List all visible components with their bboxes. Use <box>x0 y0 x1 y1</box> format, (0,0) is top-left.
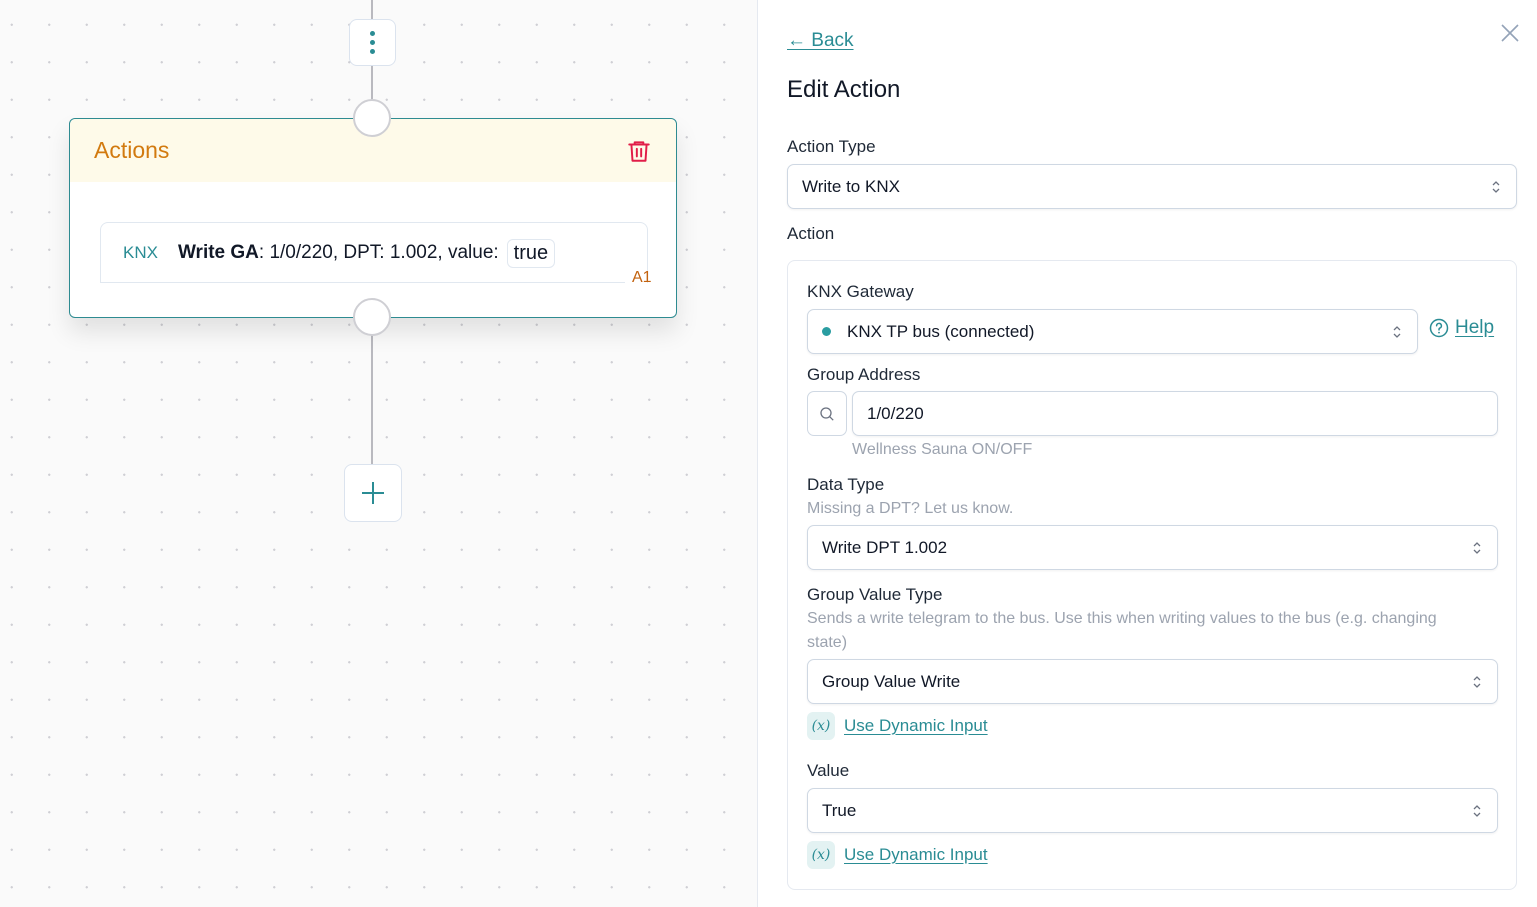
output-port[interactable] <box>353 298 391 336</box>
action-item[interactable]: KNX Write GA: 1/0/220, DPT: 1.002, value… <box>100 222 648 283</box>
gateway-select[interactable]: KNX TP bus (connected) <box>807 309 1418 354</box>
group-value-type-select[interactable]: Group Value Write <box>807 659 1498 704</box>
status-dot-icon <box>822 327 831 336</box>
divider <box>100 282 625 283</box>
connector-line <box>371 318 373 464</box>
vertical-dots-icon <box>370 31 375 36</box>
input-port[interactable] <box>353 99 391 137</box>
data-type-hint: Missing a DPT? Let us know. <box>807 500 1014 517</box>
add-node-button[interactable] <box>344 464 402 522</box>
group-value-type-label: Group Value Type <box>807 585 943 604</box>
chevron-up-down-icon <box>1473 541 1481 554</box>
action-type-label: Action Type <box>787 137 876 156</box>
use-dynamic-input-link[interactable]: (x) Use Dynamic Input <box>807 841 988 869</box>
chevron-up-down-icon <box>1393 325 1401 338</box>
card-title: Actions <box>94 137 170 163</box>
plus-icon <box>362 482 384 504</box>
integration-tag: KNX <box>123 243 158 262</box>
group-address-search-button[interactable] <box>807 391 847 436</box>
help-circle-icon <box>1429 318 1449 338</box>
data-type-select[interactable]: Write DPT 1.002 <box>807 525 1498 570</box>
variable-icon: (x) <box>807 712 835 740</box>
group-address-hint: Wellness Sauna ON/OFF <box>852 441 1033 458</box>
chevron-up-down-icon <box>1492 180 1500 193</box>
action-id: A1 <box>632 269 652 286</box>
action-config-box: KNX Gateway KNX TP bus (connected) Help … <box>787 260 1517 890</box>
actions-card[interactable]: Actions KNX Write GA: 1/0/220, DPT: 1.00… <box>69 118 677 318</box>
action-section-label: Action <box>787 224 835 243</box>
value-chip: true <box>506 238 556 268</box>
edit-action-panel: ← Back Edit Action Action Type Write to … <box>757 0 1537 907</box>
back-link[interactable]: ← Back <box>787 30 854 52</box>
group-address-label: Group Address <box>807 365 921 384</box>
group-address-input[interactable] <box>852 391 1498 436</box>
action-summary: Write GA: 1/0/220, DPT: 1.002, value: tr… <box>178 238 556 268</box>
chevron-up-down-icon <box>1473 675 1481 688</box>
data-type-label: Data Type <box>807 475 885 494</box>
help-link[interactable]: Help <box>1429 317 1494 339</box>
flow-canvas[interactable]: Actions KNX Write GA: 1/0/220, DPT: 1.00… <box>0 0 757 907</box>
action-type-select[interactable]: Write to KNX <box>787 164 1517 209</box>
panel-title: Edit Action <box>787 76 901 103</box>
variable-icon: (x) <box>807 841 835 869</box>
node-menu-button[interactable] <box>349 19 396 66</box>
trash-icon[interactable] <box>626 138 652 164</box>
chevron-up-down-icon <box>1473 804 1481 817</box>
close-icon[interactable] <box>1499 22 1521 44</box>
search-icon <box>820 406 834 421</box>
gateway-label: KNX Gateway <box>807 282 914 301</box>
value-select[interactable]: True <box>807 788 1498 833</box>
value-label: Value <box>807 761 850 780</box>
group-value-type-hint: Sends a write telegram to the bus. Use t… <box>807 610 1437 651</box>
use-dynamic-input-link[interactable]: (x) Use Dynamic Input <box>807 712 988 740</box>
